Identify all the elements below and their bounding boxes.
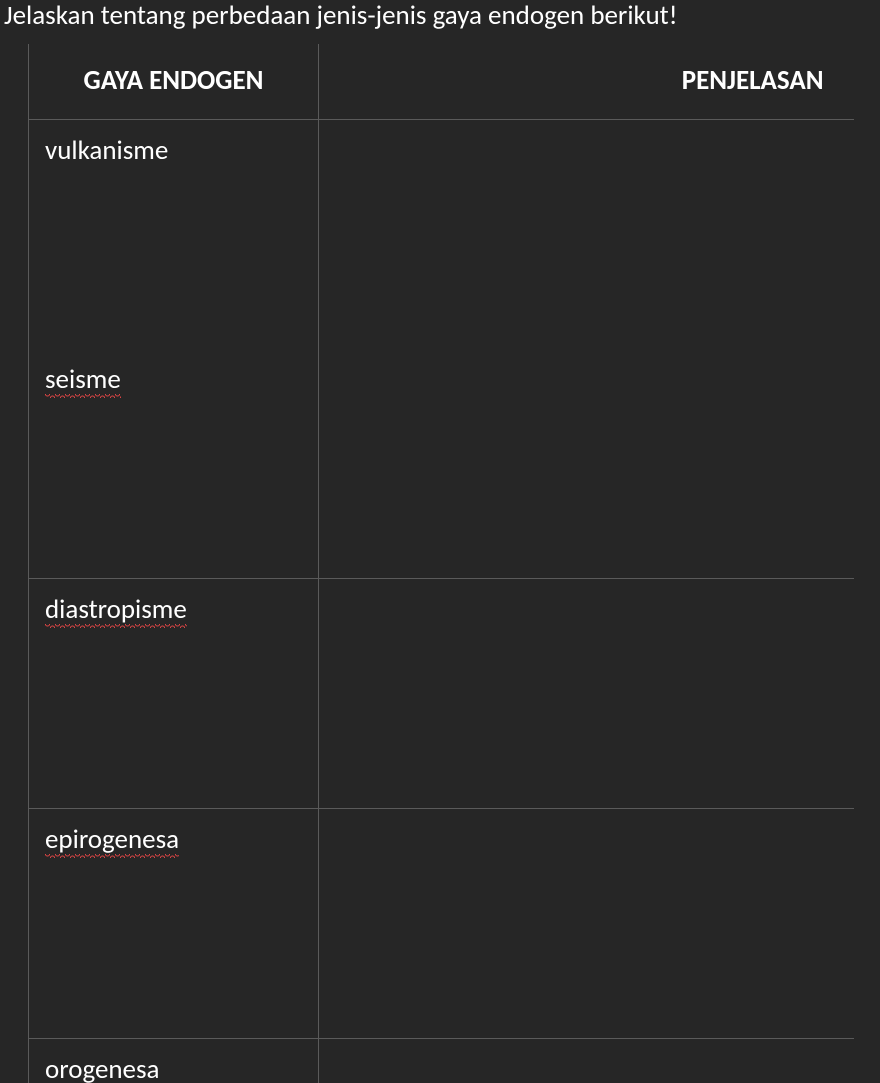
table-row: seisme — [29, 349, 854, 579]
term-text: vulkanisme — [45, 134, 168, 167]
column-header-penjelasan: PENJELASAN — [319, 44, 854, 120]
term-cell: epirogenesa — [29, 809, 319, 1039]
term-cell: diastropisme — [29, 579, 319, 809]
explanation-cell[interactable] — [319, 579, 854, 809]
explanation-cell[interactable] — [319, 809, 854, 1039]
term-text: diastropisme — [45, 593, 187, 626]
term-text: seisme — [45, 363, 121, 396]
explanation-cell[interactable] — [319, 349, 854, 579]
endogen-table: GAYA ENDOGEN PENJELASAN vulkanisme seism… — [28, 44, 854, 1083]
table-container: GAYA ENDOGEN PENJELASAN vulkanisme seism… — [28, 44, 880, 1083]
column-header-gaya-endogen: GAYA ENDOGEN — [29, 44, 319, 120]
term-cell: orogenesa — [29, 1039, 319, 1083]
explanation-cell[interactable] — [319, 1039, 854, 1083]
table-row: vulkanisme — [29, 120, 854, 350]
table-row: diastropisme — [29, 579, 854, 809]
table-row: epirogenesa — [29, 809, 854, 1039]
term-cell: vulkanisme — [29, 120, 319, 350]
term-text: epirogenesa — [45, 823, 179, 856]
table-row: orogenesa — [29, 1039, 854, 1083]
term-cell: seisme — [29, 349, 319, 579]
term-text: orogenesa — [45, 1053, 160, 1083]
explanation-cell[interactable] — [319, 120, 854, 350]
table-header-row: GAYA ENDOGEN PENJELASAN — [29, 44, 854, 120]
question-prompt: Jelaskan tentang perbedaan jenis-jenis g… — [0, 0, 880, 44]
